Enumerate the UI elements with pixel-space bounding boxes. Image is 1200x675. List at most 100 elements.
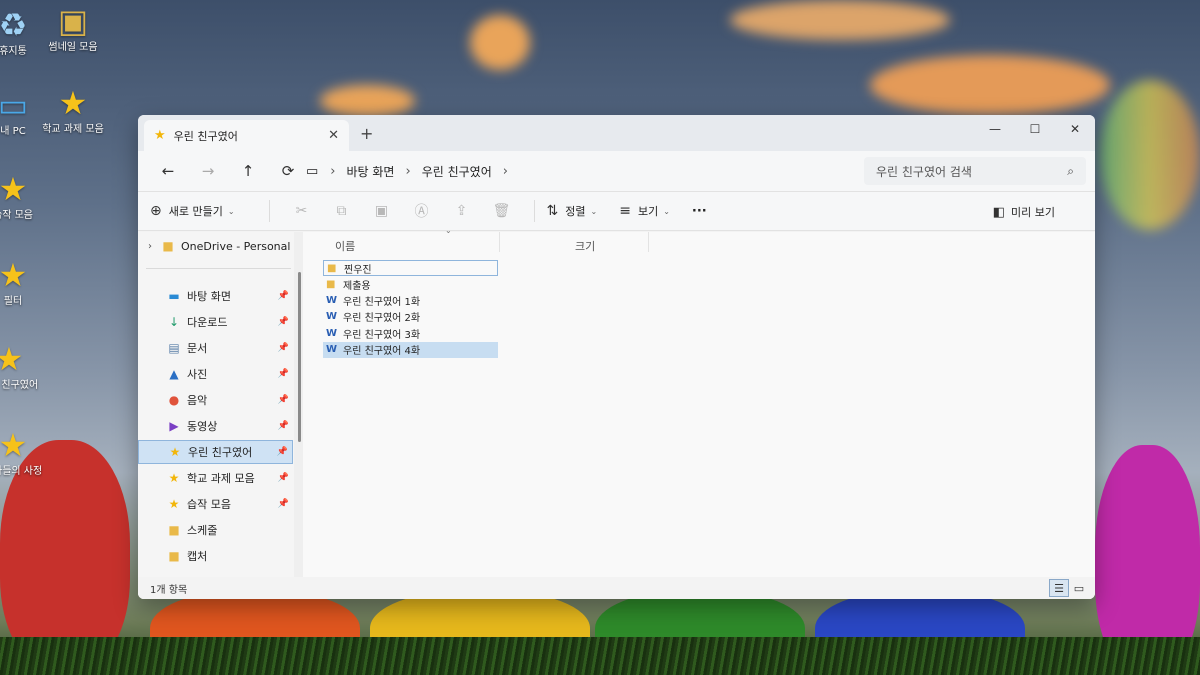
desktop-icon-filter[interactable]: ★ 필터 bbox=[0, 256, 48, 309]
delete-icon[interactable]: 🗑 bbox=[482, 203, 522, 219]
preview-pane-button[interactable]: ◧ 미리 보기 bbox=[993, 204, 1055, 220]
sidebar-item[interactable]: ★ 학교 과제 모음 📌 bbox=[138, 466, 293, 490]
navigation-pane: › ■ OneDrive - Personal ▬ 바탕 화면 📌 ↓ 다운로드 📌 ▤ 문서… bbox=[138, 232, 303, 577]
desktop-icon-label: 학교 과제 모음 bbox=[42, 124, 104, 135]
star-icon: ★ bbox=[154, 128, 166, 143]
folder-icon: ■ bbox=[327, 262, 337, 274]
file-name: 우린 친구였어 1화 bbox=[343, 297, 421, 309]
desktop-icon-drafts[interactable]: ★ 습작 모음 bbox=[0, 170, 48, 223]
sidebar-item[interactable]: ▤ 문서 📌 bbox=[138, 336, 293, 360]
sidebar-item-label: 캡처 bbox=[187, 550, 208, 563]
close-tab-icon[interactable]: ✕ bbox=[328, 128, 339, 143]
desktop-icon-label: 필터 bbox=[3, 296, 23, 307]
chevron-right-icon[interactable]: › bbox=[148, 241, 152, 252]
file-row[interactable]: W 우린 친구였어 1화 bbox=[323, 293, 498, 309]
pin-icon: 📌 bbox=[277, 291, 289, 301]
up-button[interactable]: ↑ bbox=[228, 162, 268, 180]
maximize-button[interactable]: ☐ bbox=[1015, 115, 1055, 143]
sidebar-item[interactable]: ■ 스케줄 bbox=[138, 518, 293, 542]
desktop-icon-friends[interactable]: ★ 우린 친구였어 bbox=[0, 340, 40, 393]
sidebar-item[interactable]: ▬ 바탕 화면 📌 bbox=[138, 284, 293, 308]
chevron-right-icon[interactable]: › bbox=[405, 164, 410, 179]
star-icon: ★ bbox=[168, 471, 180, 485]
copy-icon[interactable]: ⧉ bbox=[322, 203, 362, 219]
breadcrumb-current[interactable]: 우린 친구였어 bbox=[422, 163, 492, 180]
star-icon: ★ bbox=[169, 445, 181, 459]
new-button[interactable]: ⊕ 새로 만들기 ⌄ bbox=[150, 203, 235, 219]
sidebar-item[interactable]: ■ 캡처 bbox=[138, 544, 293, 568]
chevron-right-icon[interactable]: › bbox=[503, 164, 508, 179]
details-view-icon[interactable]: ☰ bbox=[1049, 579, 1069, 597]
column-header-name[interactable]: 이름 bbox=[335, 238, 355, 254]
forward-button[interactable]: → bbox=[188, 162, 228, 180]
file-row[interactable]: ■ 제출용 bbox=[323, 276, 498, 292]
desktop-icon-school[interactable]: ★ 학교 과제 모음 bbox=[38, 84, 108, 137]
view-switcher: ☰ ▭ bbox=[1049, 579, 1089, 597]
file-name: 우린 친구였어 2화 bbox=[343, 313, 421, 325]
pin-icon: 📌 bbox=[277, 473, 289, 483]
rename-icon[interactable]: Ⓐ bbox=[402, 201, 442, 221]
sidebar-item-label: 스케줄 bbox=[187, 524, 218, 537]
sidebar-item-label: 바탕 화면 bbox=[187, 290, 231, 303]
word-document-icon: W bbox=[326, 327, 338, 339]
chevron-right-icon[interactable]: › bbox=[330, 164, 335, 179]
sidebar-scrollbar-thumb[interactable] bbox=[298, 272, 301, 442]
star-icon: ★ bbox=[0, 340, 24, 378]
more-options-button[interactable]: ··· bbox=[692, 204, 707, 219]
sidebar-item-label: 동영상 bbox=[187, 420, 218, 433]
search-box[interactable]: 우린 친구였어 검색 ⌕ bbox=[864, 157, 1086, 185]
sidebar-item-onedrive[interactable]: › ■ OneDrive - Personal bbox=[138, 234, 293, 258]
breadcrumb-desktop[interactable]: 바탕 화면 bbox=[347, 163, 395, 180]
minimize-button[interactable]: — bbox=[975, 115, 1015, 143]
star-icon: ★ bbox=[0, 256, 28, 294]
wallpaper-grass bbox=[0, 637, 1200, 675]
sidebar-item[interactable]: ★ 습작 모음 📌 bbox=[138, 492, 293, 516]
wallpaper-cloud bbox=[470, 15, 530, 70]
folder-icon: ■ bbox=[168, 549, 180, 563]
share-icon[interactable]: ⇪ bbox=[442, 203, 482, 219]
file-list-pane: 이름 ⌄ 크기 ■ 찐우진 ■ 제출용 W 우린 친구였어 1화 W 우린 친구였어 2화 W 우… bbox=[303, 226, 1095, 577]
column-divider[interactable] bbox=[648, 232, 649, 252]
new-tab-button[interactable]: + bbox=[360, 124, 373, 143]
close-window-button[interactable]: ✕ bbox=[1055, 115, 1095, 143]
file-row[interactable]: W 우린 친구였어 3화 bbox=[323, 325, 498, 341]
video-icon: ▶ bbox=[169, 419, 179, 433]
address-bar[interactable]: ▭ › 바탕 화면 › 우린 친구였어 › bbox=[306, 157, 846, 185]
tab-title: 우린 친구였어 bbox=[173, 129, 238, 143]
back-button[interactable]: ← bbox=[148, 162, 188, 180]
cut-icon[interactable]: ✂ bbox=[282, 203, 322, 219]
refresh-button[interactable]: ⟳ bbox=[268, 162, 308, 180]
sidebar-item[interactable]: ★ 우린 친구였어 📌 bbox=[138, 440, 293, 464]
tab-current-folder[interactable]: ★ 우린 친구였어 ✕ bbox=[144, 120, 349, 151]
preview-label: 미리 보기 bbox=[1011, 206, 1055, 219]
sidebar-item[interactable]: ● 음악 📌 bbox=[138, 388, 293, 412]
file-row[interactable]: W 우린 친구였어 4화 bbox=[323, 341, 498, 358]
tiles-view-icon[interactable]: ▭ bbox=[1069, 579, 1089, 597]
wallpaper-rainbow bbox=[1100, 80, 1200, 230]
sidebar-item[interactable]: ▲ 사진 📌 bbox=[138, 362, 293, 386]
list-view-icon: ≡ bbox=[619, 203, 631, 219]
column-header-size[interactable]: 크기 bbox=[575, 238, 595, 254]
chevron-down-icon: ⌄ bbox=[663, 206, 670, 216]
desktop-icon-thumbnails[interactable]: ▣ 썸네일 모음 bbox=[38, 2, 108, 55]
column-divider[interactable] bbox=[499, 232, 500, 252]
star-icon: ★ bbox=[58, 84, 88, 122]
file-row[interactable]: ■ 찐우진 bbox=[323, 260, 498, 276]
sidebar-item-label: 습작 모음 bbox=[187, 498, 231, 511]
paste-icon[interactable]: ▣ bbox=[362, 203, 402, 219]
view-button[interactable]: ≡ 보기 ⌄ bbox=[619, 203, 670, 219]
view-label: 보기 bbox=[637, 205, 659, 218]
file-name: 제출용 bbox=[343, 280, 371, 292]
desktop-icon-princes[interactable]: ★ 왕자들의 사정 bbox=[0, 426, 48, 479]
title-bar: ★ 우린 친구였어 ✕ + — ☐ ✕ bbox=[138, 115, 1095, 151]
item-count: 1개 항목 bbox=[150, 584, 188, 596]
word-document-icon: W bbox=[326, 344, 338, 355]
file-name: 우린 친구였어 4화 bbox=[343, 346, 421, 357]
file-row[interactable]: W 우린 친구였어 2화 bbox=[323, 309, 498, 325]
sort-button[interactable]: ⇅ 정렬 ⌄ bbox=[547, 203, 598, 219]
sidebar-item[interactable]: ▶ 동영상 📌 bbox=[138, 414, 293, 438]
sidebar-item[interactable]: ↓ 다운로드 📌 bbox=[138, 310, 293, 334]
file-explorer-window: ★ 우린 친구였어 ✕ + — ☐ ✕ ← → ↑ ⟳ ▭ › 바탕 화면 › … bbox=[138, 115, 1095, 599]
star-icon: ★ bbox=[0, 170, 28, 208]
star-icon: ★ bbox=[168, 497, 180, 511]
